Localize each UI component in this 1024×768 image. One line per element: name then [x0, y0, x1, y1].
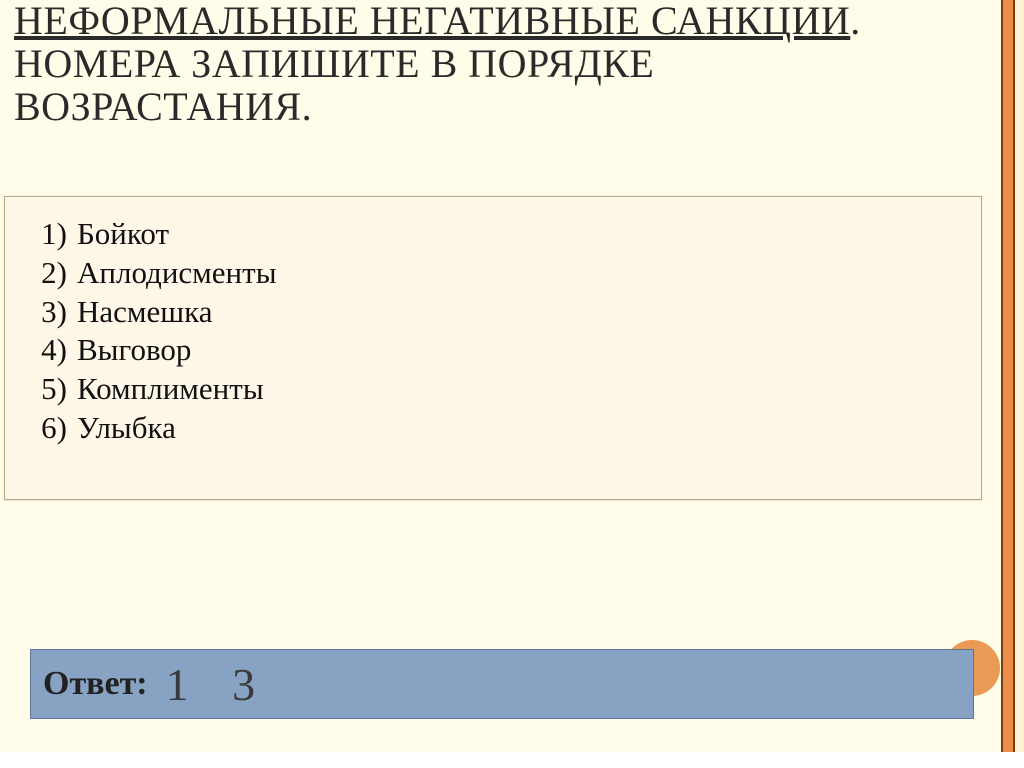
title-underlined: НЕФОРМАЛЬНЫЕ НЕГАТИВНЫЕ САНКЦИИ [14, 0, 850, 43]
option-number: 3) [33, 293, 77, 332]
options-box: 1) Бойкот 2) Аплодисменты 3) Насмешка 4)… [4, 196, 982, 500]
slide-body: НЕФОРМАЛЬНЫЕ НЕГАТИВНЫЕ САНКЦИИ. НОМЕРА … [0, 0, 1001, 752]
option-number: 4) [33, 331, 77, 370]
option-text: Комплименты [77, 370, 959, 409]
option-text: Бойкот [77, 215, 959, 254]
frame-band-cream [1015, 0, 1024, 768]
frame-band-orange [1001, 0, 1015, 768]
options-list: 1) Бойкот 2) Аплодисменты 3) Насмешка 4)… [33, 215, 959, 448]
option-number: 5) [33, 370, 77, 409]
option-text: Выговор [77, 331, 959, 370]
answer-value: 1 3 [166, 658, 272, 711]
list-item: 5) Комплименты [33, 370, 959, 409]
list-item: 1) Бойкот [33, 215, 959, 254]
option-number: 1) [33, 215, 77, 254]
list-item: 2) Аплодисменты [33, 254, 959, 293]
answer-label: Ответ: [43, 665, 148, 703]
answer-box: Ответ: 1 3 [30, 649, 974, 719]
option-text: Насмешка [77, 293, 959, 332]
right-frame [1001, 0, 1024, 768]
list-item: 6) Улыбка [33, 409, 959, 448]
option-number: 6) [33, 409, 77, 448]
list-item: 4) Выговор [33, 331, 959, 370]
option-text: Улыбка [77, 409, 959, 448]
option-number: 2) [33, 254, 77, 293]
bottom-strip [0, 752, 1024, 768]
question-title: НЕФОРМАЛЬНЫЕ НЕГАТИВНЫЕ САНКЦИИ. НОМЕРА … [14, 0, 961, 128]
list-item: 3) Насмешка [33, 293, 959, 332]
option-text: Аплодисменты [77, 254, 959, 293]
